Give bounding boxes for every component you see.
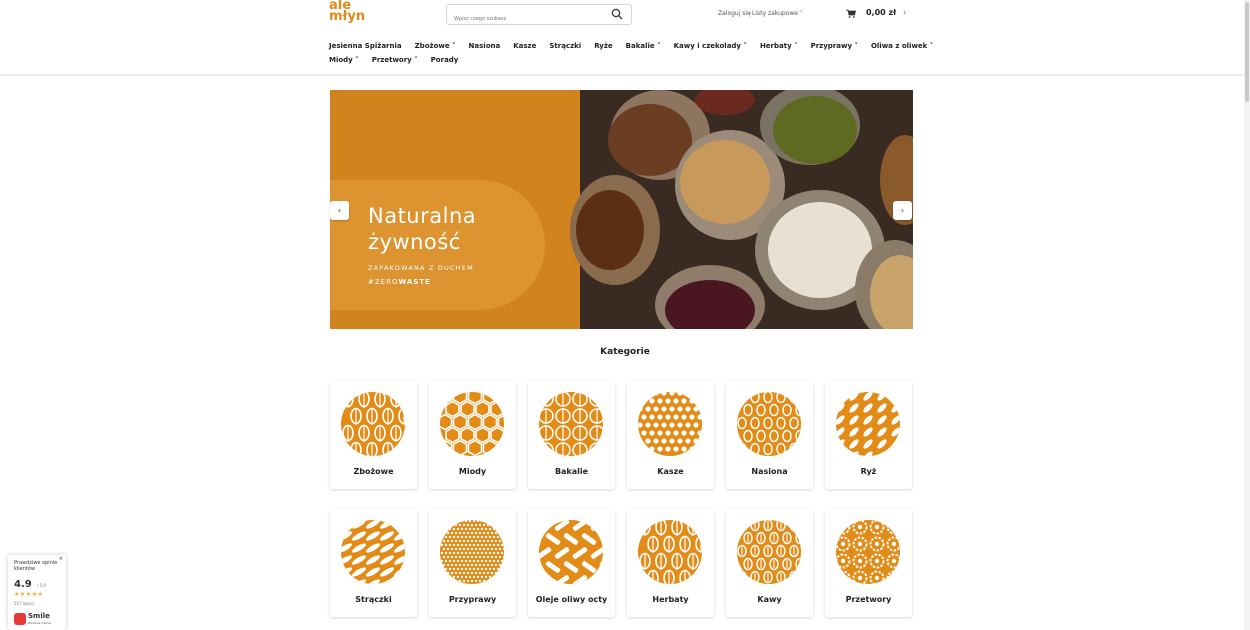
category-tile[interactable]: Przetwory <box>825 509 912 617</box>
search-input[interactable] <box>447 9 607 29</box>
banner-next-button[interactable]: › <box>893 201 912 220</box>
category-tile[interactable]: Kawy <box>726 509 813 617</box>
nav-item[interactable]: Przetwory ˅ <box>372 53 418 67</box>
nav-item[interactable]: Strączki <box>549 39 581 53</box>
category-label: Przyprawy <box>448 595 497 604</box>
category-label: Herbaty <box>652 595 689 604</box>
category-label: Zbożowe <box>353 467 394 476</box>
category-tile[interactable]: Bakalie <box>528 381 615 489</box>
seeds-icon <box>737 392 801 456</box>
reviews-title: Prawdziwe opinie klientów <box>14 560 58 572</box>
login-link[interactable]: Zaloguj się <box>718 10 751 17</box>
hashtag-bold: WASTE <box>398 278 431 286</box>
category-label: Miody <box>458 467 487 476</box>
category-label: Strączki <box>355 595 392 604</box>
search-icon[interactable] <box>611 8 623 20</box>
wheat-icon <box>341 392 405 456</box>
banner-title-line1: Naturalna <box>368 204 477 228</box>
page: ale młyn Zaloguj się Listy zakupowe ˅ 0,… <box>0 0 1250 630</box>
categories-heading: Kategorie <box>600 347 650 357</box>
category-tile[interactable]: Ryż <box>825 381 912 489</box>
reviews-brand-sub: Zaufane Opinie <box>28 621 52 625</box>
category-tile[interactable]: Miody <box>429 381 516 489</box>
reviews-brand: Smile <box>28 612 50 620</box>
site-header: ale młyn Zaloguj się Listy zakupowe ˅ 0,… <box>0 0 1250 76</box>
category-label: Przetwory <box>845 595 892 604</box>
category-label: Ryż <box>860 467 877 476</box>
category-label: Kasze <box>657 467 684 476</box>
category-label: Oleje oliwy octy <box>535 595 608 604</box>
cart-amount[interactable]: 0,00 zł <box>866 8 896 17</box>
banner-title-line2: żywność <box>368 230 461 254</box>
leaves-icon <box>638 520 702 584</box>
rice-icon <box>836 392 900 456</box>
nav-item[interactable]: Porady <box>431 53 459 67</box>
nav-item[interactable]: Oliwa z oliwek ˅ <box>871 39 933 53</box>
nav-item[interactable]: Ryże <box>594 39 612 53</box>
cart-arrow-icon[interactable]: › <box>903 8 906 17</box>
category-tile[interactable]: Zbożowe <box>330 381 417 489</box>
scrollbar[interactable] <box>1244 0 1250 630</box>
nav-item[interactable]: Bakalie ˅ <box>626 39 661 53</box>
honeycomb-icon <box>440 392 504 456</box>
flowers-icon <box>836 520 900 584</box>
spice-dots-icon <box>440 520 504 584</box>
nav-item[interactable]: Jesienna Spiżarnia <box>329 39 402 53</box>
shopping-lists-dropdown[interactable]: Listy zakupowe ˅ <box>752 10 803 17</box>
category-tile[interactable]: Przyprawy <box>429 509 516 617</box>
scrollbar-thumb[interactable] <box>1245 2 1249 102</box>
category-tile[interactable]: Nasiona <box>726 381 813 489</box>
nav-item[interactable]: Zbożowe ˅ <box>415 39 456 53</box>
banner-subtitle: ZAPAKOWANA Z DUCHEM <box>368 264 474 272</box>
nuts-icon <box>539 392 603 456</box>
nav-item[interactable]: Miody ˅ <box>329 53 359 67</box>
nav-row-2: Miody ˅ Przetwory ˅ Porady <box>329 53 929 67</box>
category-label: Nasiona <box>751 467 788 476</box>
category-label: Bakalie <box>554 467 589 476</box>
reviews-stars: ★★★★★ <box>14 591 44 598</box>
category-tile[interactable]: Kasze <box>627 381 714 489</box>
banner-prev-button[interactable]: ‹ <box>330 201 349 220</box>
reviews-widget[interactable]: × Prawdziwe opinie klientów 4.9 / 5.0 ★★… <box>8 555 66 630</box>
bottles-icon <box>539 520 603 584</box>
hashtag-prefix: #ZERO <box>368 278 399 286</box>
reviews-scale: / 5.0 <box>37 583 46 588</box>
nav-row-1: Jesienna Spiżarnia Zbożowe ˅ Nasiona Kasze S… <box>329 39 933 53</box>
category-tile[interactable]: Herbaty <box>627 509 714 617</box>
category-tile[interactable]: Strączki <box>330 509 417 617</box>
category-label: Kawy <box>757 595 782 604</box>
reviews-score: 4.9 <box>14 579 32 590</box>
coffee-beans-icon <box>737 520 801 584</box>
main-nav: Jesienna Spiżarnia Zbożowe ˅ Nasiona Kasze S… <box>329 39 933 67</box>
nav-item[interactable]: Kasze <box>513 39 536 53</box>
search-box <box>446 4 632 29</box>
nav-item[interactable]: Nasiona <box>469 39 501 53</box>
smile-logo-icon <box>14 613 26 625</box>
banner-hashtag: #ZEROWASTE <box>368 278 431 286</box>
logo[interactable]: ale młyn <box>329 0 369 28</box>
nav-item[interactable]: Kawy i czekolady ˅ <box>674 39 747 53</box>
cart-icon[interactable] <box>846 9 856 18</box>
logo-line2: młyn <box>329 9 366 24</box>
category-tile[interactable]: Oleje oliwy octy <box>528 509 615 617</box>
nav-item[interactable]: Przyprawy ˅ <box>811 39 858 53</box>
dots-icon <box>638 392 702 456</box>
pods-icon <box>341 520 405 584</box>
hero-banner[interactable]: Naturalna żywność ZAPAKOWANA Z DUCHEM #Z… <box>330 90 913 329</box>
nav-item[interactable]: Herbaty ˅ <box>760 39 798 53</box>
reviews-count: 557 opinii <box>14 601 34 606</box>
